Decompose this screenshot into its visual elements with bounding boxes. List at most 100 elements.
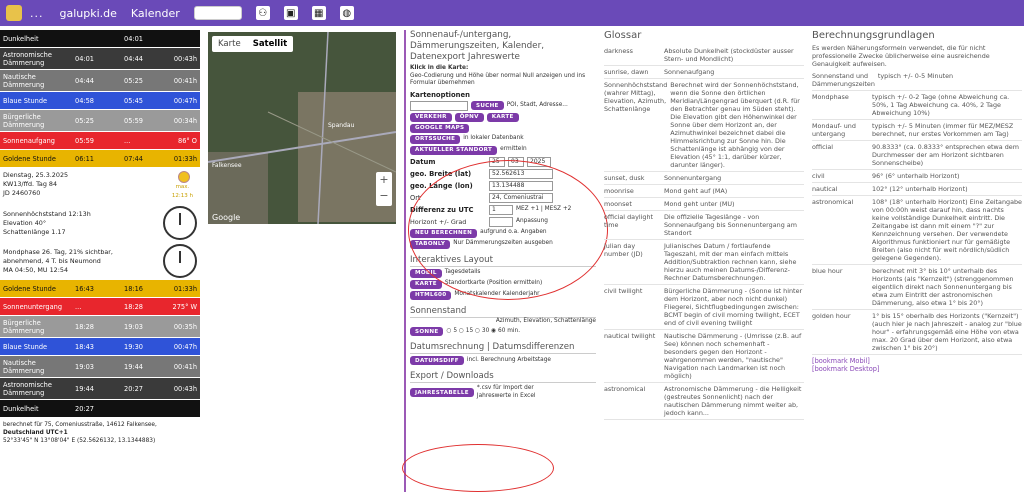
term: Sonnenhöchststand (wahrer Mittag), Eleva… <box>604 81 668 113</box>
year-input[interactable]: 2025 <box>527 156 551 167</box>
moon-phase: Mondphase 26. Tag, 21% sichtbar, <box>3 247 113 256</box>
daylight-times-panel: Dunkelheit 04:01 Astronomische Dämmerung 04… <box>0 30 200 492</box>
globe-icon[interactable]: ◍ <box>339 6 354 20</box>
karte-button[interactable]: KARTE <box>410 279 442 289</box>
current-location-button[interactable]: AKTUELLER STANDORT <box>410 145 498 155</box>
row-start-time: 18:43 <box>75 342 95 351</box>
calc-heading: Berechnungsgrundlagen <box>812 30 935 41</box>
definition-row: civil twilight Bürgerliche Dämmerung - (S… <box>604 285 804 330</box>
recalculate-hint: aufgrund o.a. Angaben <box>480 229 547 236</box>
definition-row: astronomical Astronomische Dämmerung - di… <box>604 383 804 420</box>
google-maps-button[interactable]: GOOGLE MAPS <box>410 123 470 133</box>
settings-panel: Sonnenauf-/untergang, Dämmerungszeiten, … <box>402 30 608 492</box>
place-input[interactable]: 24, Comeniustrai <box>489 192 553 203</box>
definition: typisch +/- 5 Minuten (immer für MEZ/MES… <box>872 122 1014 138</box>
utc-input[interactable]: 1 <box>489 204 513 215</box>
row-duration: 275° W <box>172 302 198 311</box>
row-start-time: 20:27 <box>75 404 95 413</box>
month-input[interactable]: 03 <box>508 156 524 167</box>
term: astronomical <box>812 198 854 206</box>
map-view[interactable]: Karte Satellit Falkensee Spandau + − Goog… <box>208 32 396 224</box>
row-start-time: 16:43 <box>75 284 95 293</box>
location-search-button[interactable]: ORTSSUCHE <box>410 134 461 144</box>
transit-button[interactable]: ÖPNV <box>454 112 484 122</box>
sun-max-time: 12:13 h <box>171 193 193 199</box>
location-search-hint: in lokaler Datenbank <box>463 135 524 142</box>
interval-radio-group[interactable]: ○ 5 ○ 15 ○ 30 ◉ 60 min. <box>446 328 520 336</box>
definition: typisch +/- 0-2 Tage (ohne Abweichung ca… <box>872 93 1010 117</box>
twilight-row: Nautische Dämmerung 04:44 05:25 00:41h <box>0 70 200 92</box>
row-label: Blaue Stunde <box>3 342 48 351</box>
search-input[interactable] <box>193 6 242 20</box>
glossary-heading: Glossar <box>604 30 642 41</box>
row-end-time: 18:28 <box>124 302 144 311</box>
noon-info: Sonnenhöchststand 12:13h Elevation 40° S… <box>0 204 200 242</box>
site-logo-icon[interactable] <box>6 5 22 21</box>
row-start-time: 05:25 <box>75 116 95 125</box>
definition: 102° (12° unterhalb Horizont) <box>872 185 968 193</box>
row-end-time: 05:45 <box>124 96 144 105</box>
twilight-row: Nautische Dämmerung 19:03 19:44 00:41h <box>0 356 200 378</box>
place-label: Ort <box>410 193 421 202</box>
date-diff-button[interactable]: DATUMSDIFF <box>410 356 464 365</box>
year-table-button[interactable]: JAHRESTABELLE <box>410 388 474 397</box>
tabonly-button[interactable]: TABONLY <box>410 239 451 249</box>
day-input[interactable]: 25 <box>489 156 505 167</box>
sun-icon <box>177 171 190 183</box>
camera-icon[interactable]: ▣ <box>283 6 298 20</box>
twilight-row: Dunkelheit 20:27 <box>0 400 200 418</box>
noon-time: Sonnenhöchststand 12:13h <box>3 209 91 218</box>
sun-button[interactable]: SONNE <box>410 327 444 336</box>
row-start-time: 04:58 <box>75 96 95 105</box>
horizon-input[interactable] <box>489 216 513 227</box>
mobil-hint: Tagesdetails <box>444 269 481 276</box>
kalender-link[interactable]: Kalender <box>131 7 180 20</box>
google-logo: Google <box>212 213 241 222</box>
definition-row: nautical 102° (12° unterhalb Horizont) <box>812 183 1022 196</box>
html600-hint: Monatskalender Kalenderjahr <box>454 291 540 298</box>
definition: Bürgerliche Dämmerung - (Sonne ist hinte… <box>664 287 803 327</box>
current-location-hint: ermitteln <box>500 146 527 153</box>
term: Sonnenstand und Dämmerungszeiten <box>812 72 875 88</box>
recalculate-button[interactable]: NEU BERECHNEN <box>410 228 478 238</box>
bookmark-mobil-link[interactable]: [bookmark Mobil] <box>812 357 1022 365</box>
calendar-icon[interactable]: ▦ <box>311 6 326 20</box>
html600-button[interactable]: HTML600 <box>410 290 452 300</box>
mobil-button[interactable]: MOBIL <box>410 268 442 278</box>
site-name-link[interactable]: galupki.de <box>60 7 117 20</box>
row-label: Nautische Dämmerung <box>3 358 45 375</box>
moon-rise-set: MA 04:50, MU 12:54 <box>3 265 69 274</box>
term: nautical <box>812 185 838 193</box>
term: darkness <box>604 47 633 55</box>
map-button[interactable]: KARTE <box>486 112 519 122</box>
term: sunset, dusk <box>604 174 645 182</box>
tabonly-hint: Nur Dämmerungszeiten ausgeben <box>453 240 553 247</box>
term: moonrise <box>604 187 634 195</box>
row-label: Sonnenuntergang <box>3 302 62 311</box>
traffic-button[interactable]: VERKEHR <box>410 112 452 122</box>
search-button[interactable]: SUCHE <box>471 101 504 110</box>
zoom-control[interactable]: + − <box>376 172 392 206</box>
bookmark-desktop-link[interactable]: [bookmark Desktop] <box>812 365 1022 373</box>
definition: Mond geht unter (MU) <box>664 200 735 208</box>
row-end-time: 04:01 <box>124 34 144 43</box>
twilight-row: Astronomische Dämmerung 04:01 04:44 00:43h <box>0 48 200 70</box>
row-end-time: ... <box>124 136 131 145</box>
map-click-label: Klick in die Karte: <box>410 65 469 71</box>
menu-dots[interactable]: ... <box>30 7 44 20</box>
map-place-label: Spandau <box>328 122 355 129</box>
binoculars-icon[interactable]: ⚇ <box>255 6 270 20</box>
tab-satellit[interactable]: Satellit <box>247 36 294 52</box>
latitude-label: geo. Breite (lat) <box>410 169 472 178</box>
latitude-input[interactable]: 52.562613 <box>489 168 553 179</box>
search-location-input[interactable] <box>410 100 468 111</box>
row-label: Bürgerliche Dämmerung <box>3 318 45 335</box>
moon-waning: abnehmend, 4 T. bis Neumond <box>3 256 101 265</box>
clock-icon <box>163 206 197 240</box>
term: blue hour <box>812 267 843 275</box>
layout-heading: Interaktives Layout <box>410 255 596 267</box>
definition-row: golden hour 1° bis 15° oberhalb des Horiz… <box>812 310 1022 355</box>
tab-karte[interactable]: Karte <box>212 36 247 52</box>
longitude-input[interactable]: 13.134488 <box>489 180 553 191</box>
moon-info: Mondphase 26. Tag, 21% sichtbar, abnehme… <box>0 242 200 280</box>
